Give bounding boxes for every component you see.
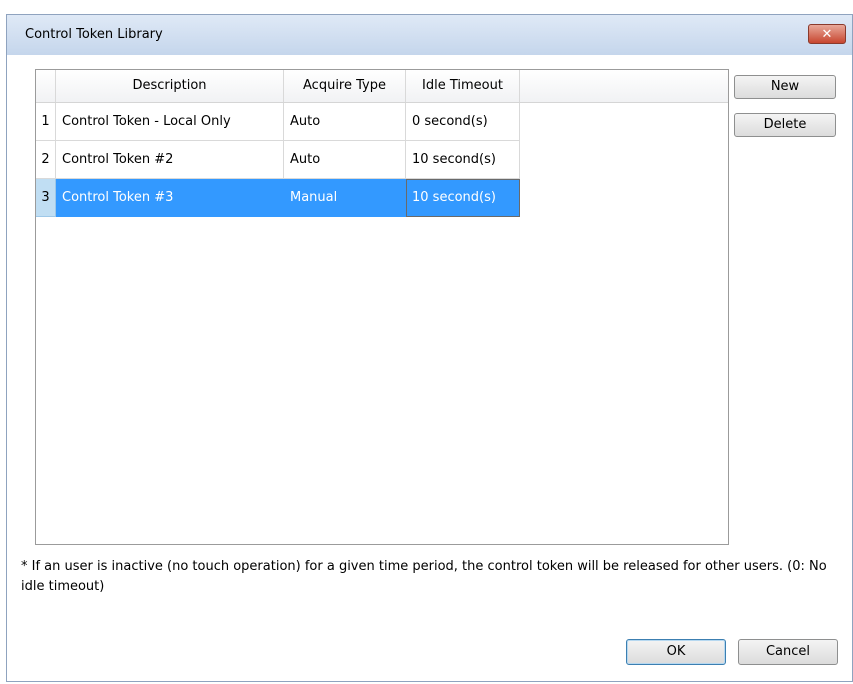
dialog-content: Description Acquire Type Idle Timeout 1 … (7, 55, 852, 681)
row-number: 2 (36, 141, 56, 179)
header-description[interactable]: Description (56, 70, 284, 102)
title-bar[interactable]: Control Token Library ✕ (7, 15, 852, 55)
table-row[interactable]: 1 Control Token - Local Only Auto 0 seco… (36, 103, 520, 141)
cell-description[interactable]: Control Token #3 (56, 179, 284, 217)
close-icon[interactable]: ✕ (808, 24, 846, 44)
token-table: Description Acquire Type Idle Timeout 1 … (35, 69, 729, 545)
cell-idle-timeout[interactable]: 10 second(s) (406, 179, 520, 217)
delete-button[interactable]: Delete (734, 113, 836, 137)
table-row[interactable]: 2 Control Token #2 Auto 10 second(s) (36, 141, 520, 179)
cancel-button[interactable]: Cancel (738, 639, 838, 665)
ok-button[interactable]: OK (626, 639, 726, 665)
header-rownum (36, 70, 56, 102)
dialog-title: Control Token Library (25, 27, 163, 42)
cell-acquire-type[interactable]: Manual (284, 179, 406, 217)
row-number: 3 (36, 179, 56, 217)
cell-idle-timeout[interactable]: 0 second(s) (406, 103, 520, 141)
table-row-selected[interactable]: 3 Control Token #3 Manual 10 second(s) (36, 179, 520, 217)
header-acquire-type[interactable]: Acquire Type (284, 70, 406, 102)
cell-description[interactable]: Control Token #2 (56, 141, 284, 179)
idle-timeout-note: * If an user is inactive (no touch opera… (21, 559, 827, 594)
cell-description[interactable]: Control Token - Local Only (56, 103, 284, 141)
cell-acquire-type[interactable]: Auto (284, 141, 406, 179)
cell-idle-timeout[interactable]: 10 second(s) (406, 141, 520, 179)
new-button[interactable]: New (734, 75, 836, 99)
row-number: 1 (36, 103, 56, 141)
cell-acquire-type[interactable]: Auto (284, 103, 406, 141)
header-idle-timeout[interactable]: Idle Timeout (406, 70, 520, 102)
table-header: Description Acquire Type Idle Timeout (36, 70, 728, 103)
dialog-window: Control Token Library ✕ Description Acqu… (6, 14, 853, 682)
